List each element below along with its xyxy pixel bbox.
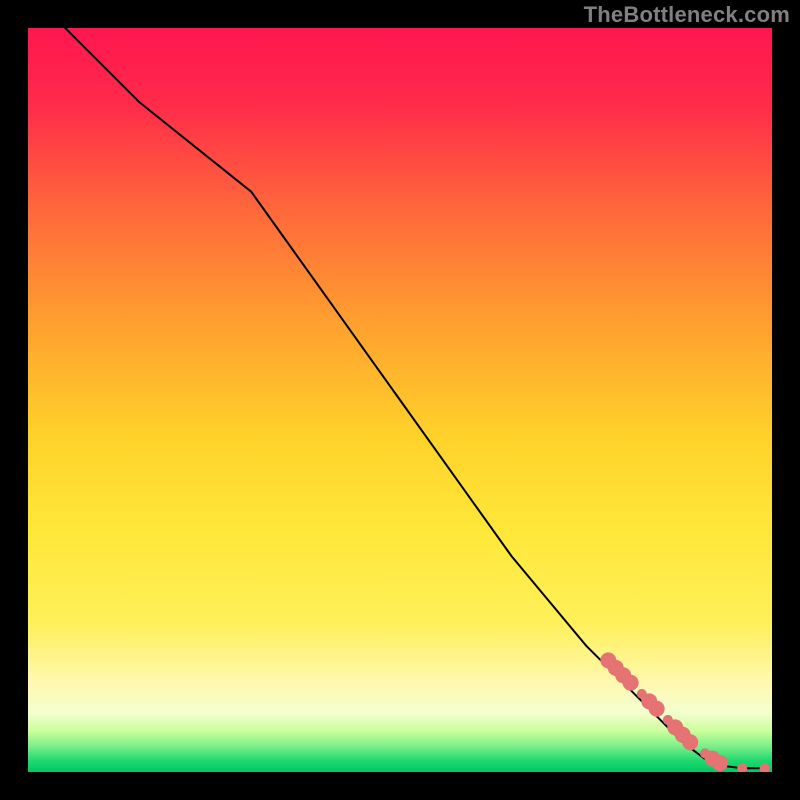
plot-area [28,28,772,772]
chart-container: TheBottleneck.com [0,0,800,800]
chart-svg [28,28,772,772]
watermark-text: TheBottleneck.com [584,2,790,28]
